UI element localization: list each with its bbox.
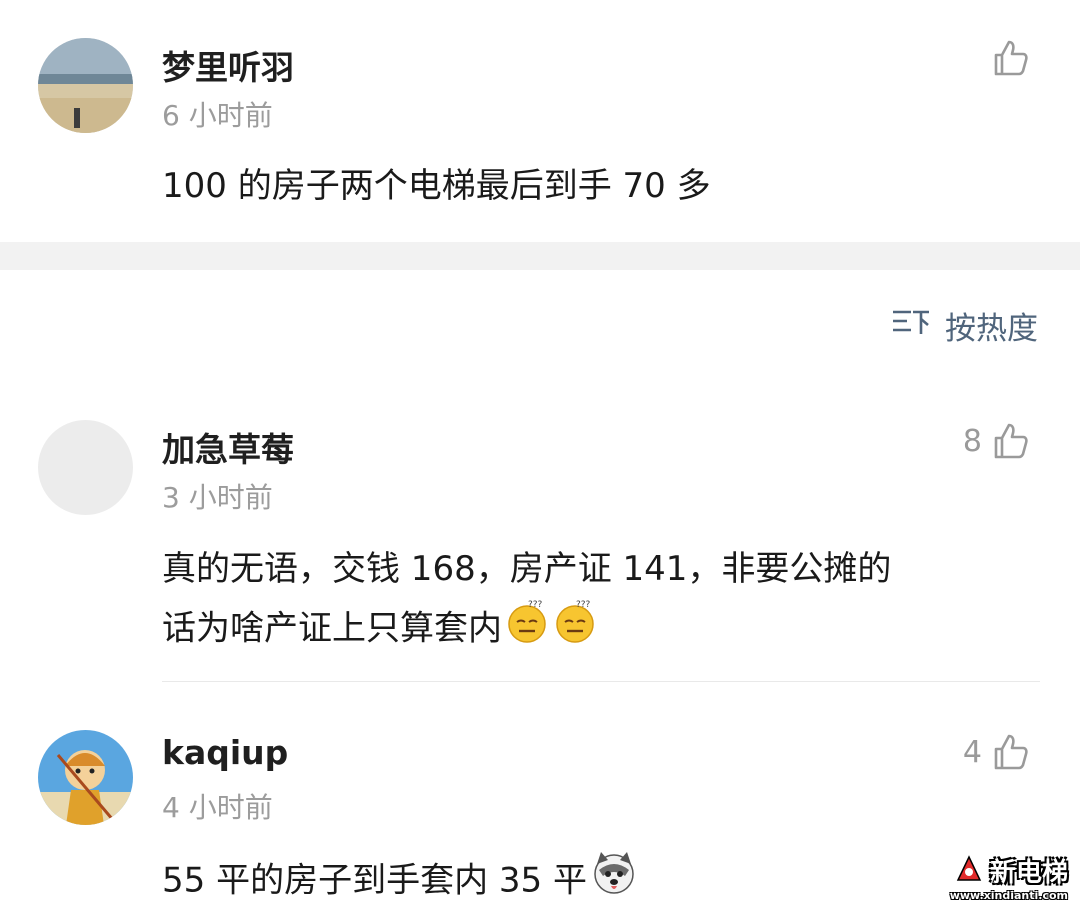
watermark: 新电梯 www.xindianti.com xyxy=(950,852,1068,902)
comment-text: 55 平的房子到手套内 35 平 xyxy=(162,850,639,914)
username[interactable]: 梦里听羽 xyxy=(162,41,294,89)
watermark-title: 新电梯 xyxy=(989,858,1068,888)
comment-text-content: 55 平的房子到手套内 35 平 xyxy=(162,860,587,901)
dizzy-face-emoji: ??? xyxy=(504,598,550,662)
like-count: 8 xyxy=(962,423,982,459)
section-separator xyxy=(0,242,1080,270)
sort-button[interactable]: 按热度 xyxy=(891,303,1038,348)
watermark-logo-icon xyxy=(954,854,984,888)
avatar[interactable] xyxy=(38,730,133,825)
like-count: 4 xyxy=(962,734,982,770)
username[interactable]: 加急草莓 xyxy=(162,423,294,471)
avatar[interactable] xyxy=(38,38,133,133)
comment-text: 100 的房子两个电梯最后到手 70 多 xyxy=(162,166,711,206)
watermark-url: www.xindianti.com xyxy=(949,889,1068,902)
like-button[interactable] xyxy=(982,38,1030,78)
svg-text:???: ??? xyxy=(528,600,543,610)
husky-dog-emoji xyxy=(589,850,639,914)
avatar[interactable] xyxy=(38,420,133,515)
username[interactable]: kaqiup xyxy=(162,733,288,772)
timestamp: 6 小时前 xyxy=(162,99,273,132)
thumbs-up-icon xyxy=(990,732,1030,772)
comment-text-line-2: 话为啥产证上只算套内?????? xyxy=(162,598,598,662)
svg-text:???: ??? xyxy=(576,600,591,610)
dizzy-face-emoji: ??? xyxy=(552,598,598,662)
comment-text-line-1: 真的无语，交钱 168，房产证 141，非要公摊的 xyxy=(162,549,892,589)
thumbs-up-icon xyxy=(990,38,1030,78)
like-button[interactable]: 8 xyxy=(963,421,1030,461)
timestamp: 3 小时前 xyxy=(162,481,273,514)
timestamp: 4 小时前 xyxy=(162,791,273,824)
divider xyxy=(162,681,1040,682)
comment-text-line-2-text: 话为啥产证上只算套内 xyxy=(162,608,502,649)
sort-label: 按热度 xyxy=(945,311,1038,347)
sort-icon xyxy=(891,307,931,345)
like-button[interactable]: 4 xyxy=(963,732,1030,772)
thumbs-up-icon xyxy=(990,421,1030,461)
